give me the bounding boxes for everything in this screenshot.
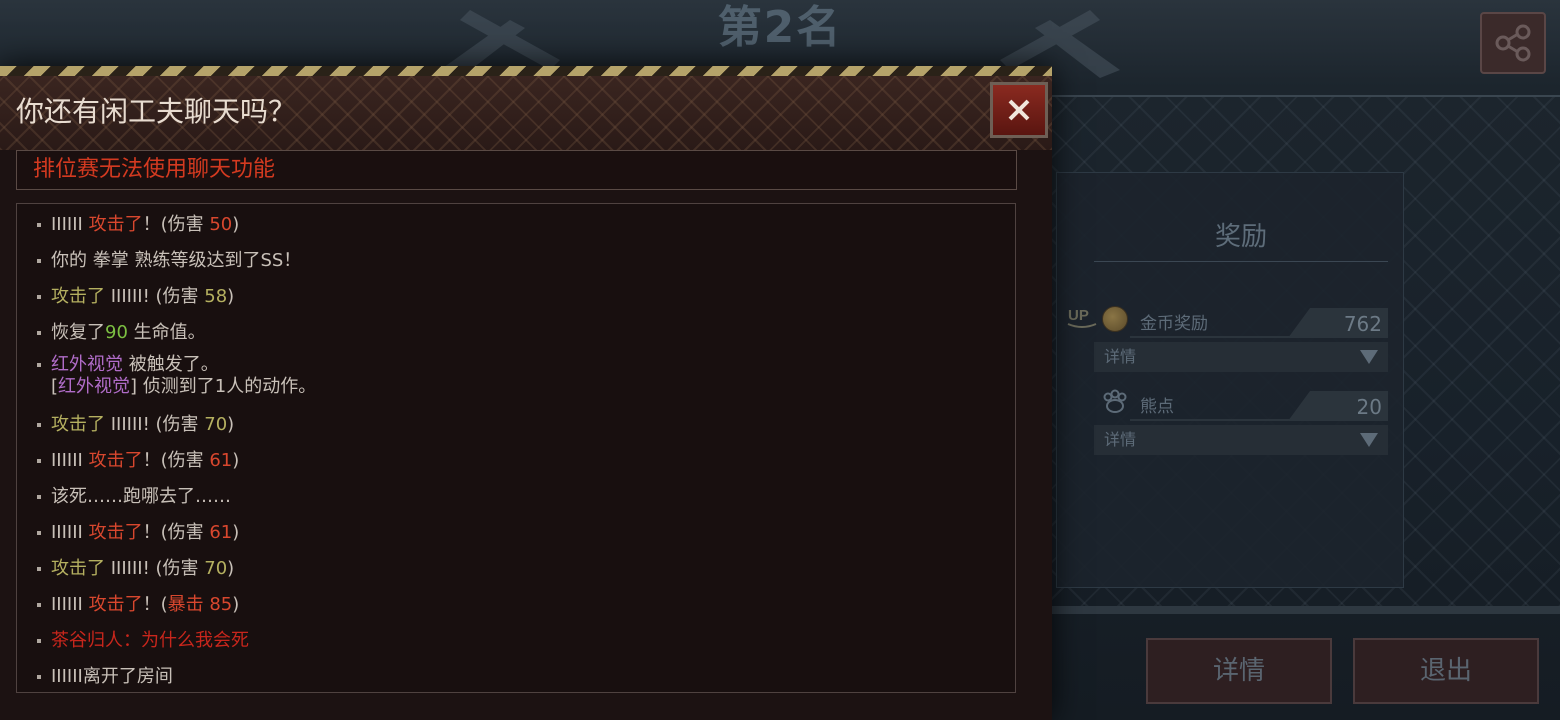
log-text: 恢复了 [51,322,105,343]
log-line: 攻击了 IIIIII! (伤害 70) [37,410,234,436]
log-line: 茶谷归人：为什么我会死 [37,626,249,652]
chat-disabled-notice: 排位赛无法使用聊天功能 [16,150,1017,190]
close-icon [1008,99,1030,121]
bear-detail-dropdown[interactable]: 详情 [1094,425,1388,455]
log-line: 攻击了 IIIIII! (伤害 58) [37,282,234,308]
chevron-down-icon [1360,433,1378,447]
log-text: 61 [209,522,233,543]
log-text: IIIIII离开了房间 [51,666,173,687]
log-text: IIIIII [51,594,83,615]
log-line: IIIIII 攻击了！(暴击 85) [37,590,239,616]
log-text: 生命值。 [127,322,206,343]
bullet-icon [37,675,41,679]
log-text: 攻击了 [82,522,143,543]
share-button[interactable] [1480,12,1546,74]
svg-text:UP: UP [1068,307,1089,324]
bullet-icon [37,223,41,227]
log-text: 该死……跑哪去了…… [51,486,231,507]
log-line: IIIIII 攻击了！(伤害 50) [37,210,239,236]
chat-modal: 你还有闲工夫聊天吗？ 排位赛无法使用聊天功能 IIIIII 攻击了！(伤害 50… [0,66,1052,720]
hazard-stripe [0,66,1052,76]
log-text: IIIIII [51,214,83,235]
share-icon [1495,24,1531,62]
rank-title: 第2名 [717,2,843,53]
fence-beam [1050,606,1560,614]
log-line: [红外视觉] 侦测到了1人的动作。 [51,372,316,398]
log-text: ！(伤害 [142,214,210,235]
log-text: ！(伤害 [142,522,210,543]
modal-header: 你还有闲工夫聊天吗？ [0,76,1052,150]
log-text: IIIIII! (伤害 [105,558,205,579]
log-text: ) [227,414,235,435]
log-text: 58 [204,286,228,307]
log-text: 茶谷归人：为什么我会死 [51,630,249,651]
divider [1094,261,1388,262]
bullet-icon [37,603,41,607]
log-text: 攻击了 [82,214,143,235]
bear-paw-icon [1103,389,1127,413]
log-text: ) [232,450,240,471]
bear-detail-label: 详情 [1104,430,1137,449]
detail-button[interactable]: 详情 [1146,638,1332,704]
bear-points-label: 熊点 [1140,397,1174,417]
log-text: [ [51,376,59,397]
log-text: 攻击了 [82,594,143,615]
bullet-icon [37,295,41,299]
bullet-icon [37,567,41,571]
log-text: 攻击了 [51,414,105,435]
log-text: IIIIII [51,522,83,543]
gold-detail-dropdown[interactable]: 详情 [1094,342,1388,372]
log-text: 50 [209,214,233,235]
reward-title: 奖励 [1214,222,1267,252]
log-text: 90 [105,322,128,343]
log-text: ) [232,522,240,543]
log-text: IIIIII! (伤害 [105,414,205,435]
bullet-icon [37,495,41,499]
log-text: IIIIII [51,450,83,471]
log-text: ！(伤害 [142,450,210,471]
bullet-icon [37,459,41,463]
log-text: 红外视觉 [58,376,131,397]
modal-title: 你还有闲工夫聊天吗？ [16,95,297,128]
log-line: 你的 拳掌 熟练等级达到了SS！ [37,246,301,272]
exit-button[interactable]: 退出 [1353,638,1539,704]
bullet-icon [37,363,41,367]
log-text: ！( [142,594,168,615]
bullet-icon [37,639,41,643]
bullet-icon [37,259,41,263]
gold-detail-label: 详情 [1104,347,1137,366]
log-line: 攻击了 IIIIII! (伤害 70) [37,554,234,580]
log-line: 恢复了90 生命值。 [37,318,206,344]
log-text: 70 [204,558,228,579]
log-line: IIIIII离开了房间 [37,662,173,688]
log-text: ] 侦测到了1人的动作。 [130,376,317,397]
close-button[interactable] [990,82,1048,138]
log-text: ) [227,286,235,307]
chevron-down-icon [1360,350,1378,364]
log-text: 你的 拳掌 熟练等级达到了SS！ [51,250,302,271]
log-text: 攻击了 [82,450,143,471]
bullet-icon [37,423,41,427]
log-line: 该死……跑哪去了…… [37,482,231,508]
log-text: ) [232,214,240,235]
log-text: 61 [209,450,233,471]
log-line: IIIIII 攻击了！(伤害 61) [37,518,239,544]
bullet-icon [37,531,41,535]
up-badge-icon: UP [1067,307,1097,328]
log-text: 暴击 85 [167,594,233,615]
log-text: IIIIII! (伤害 [105,286,205,307]
log-text: 攻击了 [51,558,105,579]
log-text: ) [232,594,240,615]
log-line: IIIIII 攻击了！(伤害 61) [37,446,239,472]
log-text: 攻击了 [51,286,105,307]
log-text: ) [227,558,235,579]
log-text: 70 [204,414,228,435]
gold-reward-label: 金币奖励 [1140,314,1208,334]
battle-log[interactable]: IIIIII 攻击了！(伤害 50) 你的 拳掌 熟练等级达到了SS！ 攻击了 II… [16,203,1016,693]
bullet-icon [37,331,41,335]
coin-icon [1102,306,1128,332]
